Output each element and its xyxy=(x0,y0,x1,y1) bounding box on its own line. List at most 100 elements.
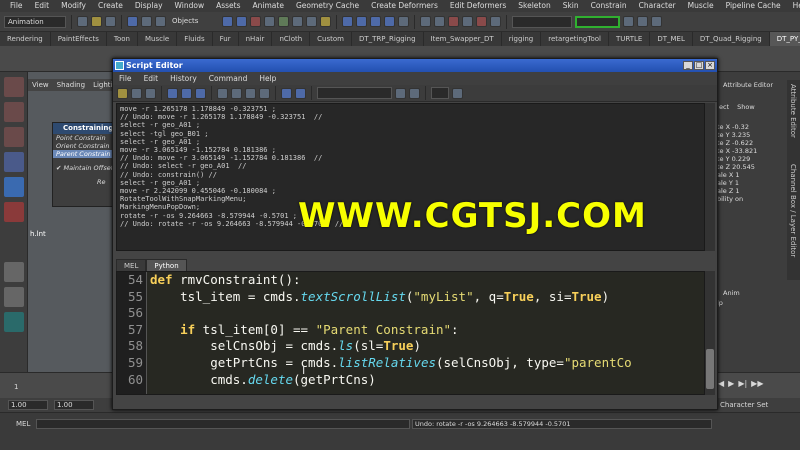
show-both-icon[interactable] xyxy=(245,87,256,99)
move-tool-icon[interactable] xyxy=(4,152,24,172)
input-line-field[interactable] xyxy=(512,15,572,28)
input-scrollbar-thumb[interactable] xyxy=(706,349,714,389)
code-area[interactable]: def rmvConstraint(): tsl_item = cmds.tex… xyxy=(150,272,704,388)
history-icon[interactable] xyxy=(420,16,431,27)
history-scrollbar[interactable] xyxy=(705,103,715,251)
shelf-tab[interactable]: retargetingTool xyxy=(541,32,609,46)
snap-point-icon[interactable] xyxy=(370,16,381,27)
menu-edit[interactable]: Edit xyxy=(29,0,56,12)
se-menu-file[interactable]: File xyxy=(113,72,138,85)
end-icon[interactable]: ▶▶ xyxy=(751,379,763,388)
shelf-tab[interactable]: Item_Swapper_DT xyxy=(424,32,502,46)
script-input-pane[interactable]: 54 55 56 57 58 59 60 def rmvConstraint()… xyxy=(116,271,705,395)
menu-window[interactable]: Window xyxy=(169,0,211,12)
help-menu[interactable]: lp xyxy=(715,299,800,307)
side-tab-channel-box[interactable]: Channel Box / Layer Editor xyxy=(789,164,797,257)
shelf-tab-active[interactable]: DT_PY_Shelf xyxy=(769,32,800,46)
snap-plane-icon[interactable] xyxy=(384,16,395,27)
menu-assets[interactable]: Assets xyxy=(210,0,246,12)
menu-geometry-cache[interactable]: Geometry Cache xyxy=(290,0,365,12)
se-menu-help[interactable]: Help xyxy=(253,72,282,85)
minimize-icon[interactable]: _ xyxy=(683,61,693,70)
menu-character[interactable]: Character xyxy=(633,0,682,12)
select-component-icon[interactable] xyxy=(155,16,166,27)
history-icon[interactable] xyxy=(434,16,445,27)
search-field[interactable] xyxy=(317,87,392,99)
tab-python[interactable]: Python xyxy=(146,258,187,272)
menu-create[interactable]: Create xyxy=(92,0,129,12)
viewport[interactable] xyxy=(28,72,114,372)
mask-icon[interactable] xyxy=(250,16,261,27)
select-hierarchy-icon[interactable] xyxy=(127,16,138,27)
goto-line-field[interactable] xyxy=(431,87,449,99)
tab-mel[interactable]: MEL xyxy=(116,258,147,272)
layout-icon[interactable] xyxy=(4,262,24,282)
shelf-tab[interactable]: Rendering xyxy=(0,32,51,46)
shelf-tab[interactable]: TURTLE xyxy=(609,32,651,46)
menu-help[interactable]: Help xyxy=(787,0,800,12)
play-icon[interactable]: ▶ xyxy=(728,379,734,388)
menu-skin[interactable]: Skin xyxy=(557,0,585,12)
menu-animate[interactable]: Animate xyxy=(247,0,290,12)
play-back-icon[interactable]: ◀ xyxy=(718,379,724,388)
line-numbers-icon[interactable] xyxy=(259,87,270,99)
shelf-tab[interactable]: Custom xyxy=(310,32,352,46)
shelf-tab[interactable]: DT_TRP_Rigging xyxy=(352,32,424,46)
constrain-list-item[interactable]: Orient Constrain xyxy=(53,142,117,150)
open-scene-icon[interactable] xyxy=(91,16,102,27)
select-object-icon[interactable] xyxy=(141,16,152,27)
mode-dropdown[interactable]: Animation xyxy=(4,15,66,28)
constrain-list-item[interactable]: Point Constrain xyxy=(53,134,117,142)
range-start-field-2[interactable]: 1.00 xyxy=(54,400,94,410)
find-next-icon[interactable] xyxy=(409,87,420,99)
constrain-button[interactable]: Re xyxy=(53,178,117,186)
attr-tab-select[interactable]: ect xyxy=(719,103,729,111)
show-history-icon[interactable] xyxy=(217,87,228,99)
se-menu-command[interactable]: Command xyxy=(203,72,254,85)
command-input[interactable] xyxy=(36,419,410,429)
shelf-tab[interactable]: DT_MEL xyxy=(650,32,693,46)
shelf-tab[interactable]: nCloth xyxy=(272,32,311,46)
se-menu-edit[interactable]: Edit xyxy=(138,72,165,85)
menu-muscle[interactable]: Muscle xyxy=(682,0,720,12)
mask-icon[interactable] xyxy=(236,16,247,27)
viewport-menu-shading[interactable]: Shading xyxy=(53,81,89,89)
open-script-icon[interactable] xyxy=(117,87,128,99)
step-forward-icon[interactable]: ▶| xyxy=(738,379,747,388)
viewport-menu-view[interactable]: View xyxy=(28,81,53,89)
mask-icon[interactable] xyxy=(264,16,275,27)
render-settings-icon[interactable] xyxy=(490,16,501,27)
shelf-tab[interactable]: PaintEffects xyxy=(51,32,107,46)
rotate-tool-icon[interactable] xyxy=(4,177,24,197)
shelf-tab[interactable]: Fluids xyxy=(177,32,213,46)
side-tab-attribute-editor[interactable]: Attribute Editor xyxy=(789,84,797,138)
maximize-icon[interactable]: □ xyxy=(694,61,704,70)
mask-icon[interactable] xyxy=(278,16,289,27)
shelf-tab[interactable]: Toon xyxy=(107,32,138,46)
panel-icon[interactable] xyxy=(637,16,648,27)
se-menu-history[interactable]: History xyxy=(164,72,203,85)
source-script-icon[interactable] xyxy=(131,87,142,99)
execute-icon[interactable] xyxy=(295,87,306,99)
menu-create-deformers[interactable]: Create Deformers xyxy=(365,0,444,12)
goto-line-icon[interactable] xyxy=(452,87,463,99)
shelf-tab[interactable]: rigging xyxy=(502,32,542,46)
anim-tab[interactable]: Anim xyxy=(715,289,800,297)
shelf-tab[interactable]: DT_Quad_Rigging xyxy=(693,32,770,46)
menu-skeleton[interactable]: Skeleton xyxy=(512,0,556,12)
mask-icon[interactable] xyxy=(292,16,303,27)
clear-input-icon[interactable] xyxy=(195,87,206,99)
snap-curve-icon[interactable] xyxy=(356,16,367,27)
lasso-tool-icon[interactable] xyxy=(4,102,24,122)
panel-icon[interactable] xyxy=(651,16,662,27)
render-icon[interactable] xyxy=(448,16,459,27)
constrain-list-item-selected[interactable]: Parent Constrain xyxy=(53,150,117,158)
echo-icon[interactable] xyxy=(167,87,178,99)
scale-tool-icon[interactable] xyxy=(4,202,24,222)
render-icon[interactable] xyxy=(462,16,473,27)
new-scene-icon[interactable] xyxy=(77,16,88,27)
menu-constrain[interactable]: Constrain xyxy=(585,0,633,12)
range-start-field[interactable]: 1.00 xyxy=(8,400,48,410)
find-icon[interactable] xyxy=(395,87,406,99)
save-script-icon[interactable] xyxy=(145,87,156,99)
